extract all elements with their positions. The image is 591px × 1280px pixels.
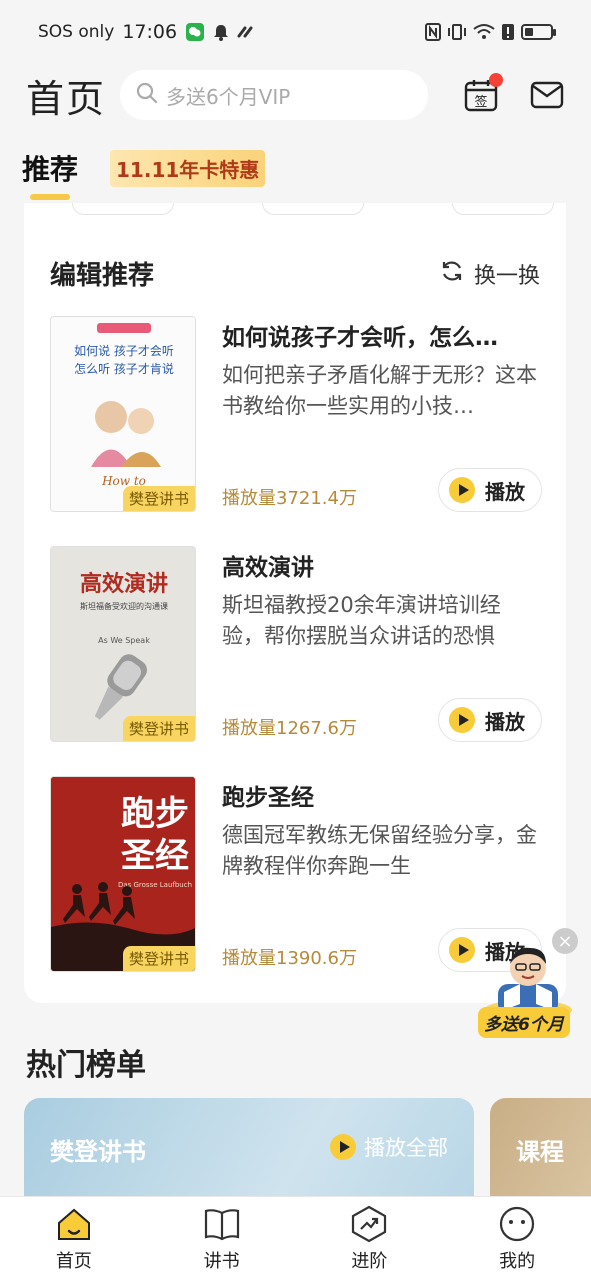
tab-promo[interactable]: 11.11年卡特惠	[110, 149, 266, 187]
search-icon	[136, 82, 158, 109]
bell-icon	[213, 23, 229, 41]
page-title: 首页	[26, 76, 107, 121]
cover-line: 斯坦福备受欢迎的沟通课	[80, 601, 168, 611]
bottom-navigation: 首页 讲书 进阶 我的	[0, 1196, 591, 1280]
growth-icon	[352, 1205, 387, 1242]
nav-label: 首页	[55, 1250, 92, 1272]
mail-icon	[530, 81, 564, 109]
play-icon	[449, 937, 475, 963]
alert-icon	[501, 23, 515, 41]
refresh-icon	[440, 259, 464, 289]
ranking-card-title: 樊登讲书	[50, 1138, 146, 1166]
home-icon	[57, 1208, 90, 1240]
wechat-notification-icon	[185, 22, 205, 42]
cover-line: 怎么听 孩子才肯说	[74, 361, 174, 376]
status-bar: SOS only 17:06	[0, 0, 591, 64]
cover-tag: 樊登讲书	[122, 716, 195, 741]
book-icon	[204, 1208, 239, 1240]
signin-label: 签	[474, 94, 487, 110]
section-title: 热门榜单	[26, 1048, 146, 1083]
peek-pill	[72, 203, 174, 215]
play-button[interactable]: 播放	[438, 468, 542, 512]
play-icon	[330, 1134, 356, 1160]
nav-label: 我的	[499, 1250, 536, 1272]
search-input[interactable]: 多送6个月VIP	[120, 70, 428, 120]
ranking-card-title: 课程	[516, 1138, 564, 1166]
tab-recommend[interactable]: 推荐	[22, 148, 78, 200]
cover-line: 如何说 孩子才会听	[74, 343, 174, 358]
play-count: 播放量3721.4万	[222, 488, 357, 509]
nfc-icon	[425, 23, 441, 41]
nav-profile[interactable]: 我的	[467, 1205, 567, 1273]
play-all-label: 播放全部	[364, 1136, 448, 1160]
play-label: 播放	[485, 709, 525, 734]
cover-script: As We Speak	[98, 636, 150, 645]
carrier-label: SOS only	[38, 22, 115, 42]
book-title: 跑步圣经	[222, 785, 314, 811]
book-cover[interactable]: 跑步 圣经 Das Grosse Laufbuch 樊登讲书	[50, 776, 196, 972]
top-header: 首页 多送6个月VIP 签	[0, 64, 591, 126]
clock: 17:06	[122, 21, 178, 43]
book-cover[interactable]: 如何说 孩子才会听 怎么听 孩子才肯说 How to 樊登讲书	[50, 316, 196, 512]
play-icon	[449, 477, 475, 503]
nav-home[interactable]: 首页	[24, 1205, 124, 1273]
book-description: 德国冠军教练无保留经验分享，金牌教程伴你奔跑一生	[222, 823, 537, 878]
profile-icon	[500, 1206, 535, 1241]
nav-label: 讲书	[203, 1250, 240, 1272]
cover-line: 跑步	[121, 794, 189, 834]
battery-icon	[521, 24, 556, 40]
play-all-button[interactable]: 播放全部	[330, 1132, 448, 1162]
play-icon	[449, 707, 475, 733]
wifi-icon	[473, 23, 495, 41]
nav-books[interactable]: 讲书	[172, 1205, 272, 1273]
play-count: 播放量1390.6万	[222, 948, 357, 969]
refresh-button[interactable]: 换一换	[440, 258, 540, 290]
book-item[interactable]: 如何说 孩子才会听 怎么听 孩子才肯说 How to 樊登讲书 如何说孩子才会听…	[50, 316, 542, 512]
play-button[interactable]: 播放	[438, 698, 542, 742]
cover-line: 圣经	[121, 836, 189, 876]
book-title: 高效演讲	[222, 555, 314, 581]
messages-button[interactable]	[529, 77, 565, 113]
refresh-label: 换一换	[473, 263, 540, 289]
notification-dot	[489, 73, 503, 87]
book-item[interactable]: 跑步 圣经 Das Grosse Laufbuch 樊登讲书 跑步圣经 德国冠军…	[50, 776, 542, 972]
book-item[interactable]: 高效演讲 斯坦福备受欢迎的沟通课 As We Speak 樊登讲书 高效演讲 斯…	[50, 546, 542, 742]
floating-promo[interactable]: × 多送6个月	[474, 928, 582, 1040]
play-label: 播放	[485, 479, 525, 504]
category-tabs: 推荐 11.11年卡特惠	[22, 148, 266, 200]
section-title: 编辑推荐	[50, 261, 155, 291]
book-description: 如何把亲子矛盾化解于无形？这本书教给你一些实用的小技…	[222, 363, 537, 418]
cover-tag: 樊登讲书	[122, 486, 195, 511]
book-cover[interactable]: 高效演讲 斯坦福备受欢迎的沟通课 As We Speak 樊登讲书	[50, 546, 196, 742]
cover-tag: 樊登讲书	[122, 946, 195, 971]
book-title: 如何说孩子才会听，怎么…	[222, 325, 498, 351]
book-description: 斯坦福教授20余年演讲培训经验，帮你摆脱当众讲话的恐惧	[222, 593, 501, 648]
nav-label: 进阶	[351, 1250, 388, 1272]
play-count: 播放量1267.6万	[222, 718, 357, 739]
signin-button[interactable]: 签	[463, 73, 503, 113]
editor-picks-card: 编辑推荐 换一换 如何说 孩子才会听 怎么听 孩子才肯说 How to 樊登讲书	[24, 203, 566, 1003]
peek-pill	[262, 203, 364, 215]
previous-section-remnant	[72, 203, 554, 215]
cover-line: 高效演讲	[80, 571, 168, 597]
link-icon	[237, 24, 255, 40]
close-icon[interactable]: ×	[552, 928, 578, 954]
search-placeholder: 多送6个月VIP	[166, 84, 291, 109]
promo-badge: 多送6个月	[478, 1007, 570, 1038]
peek-pill	[452, 203, 554, 215]
vibrate-icon	[447, 23, 467, 41]
nav-advance[interactable]: 进阶	[319, 1205, 419, 1273]
